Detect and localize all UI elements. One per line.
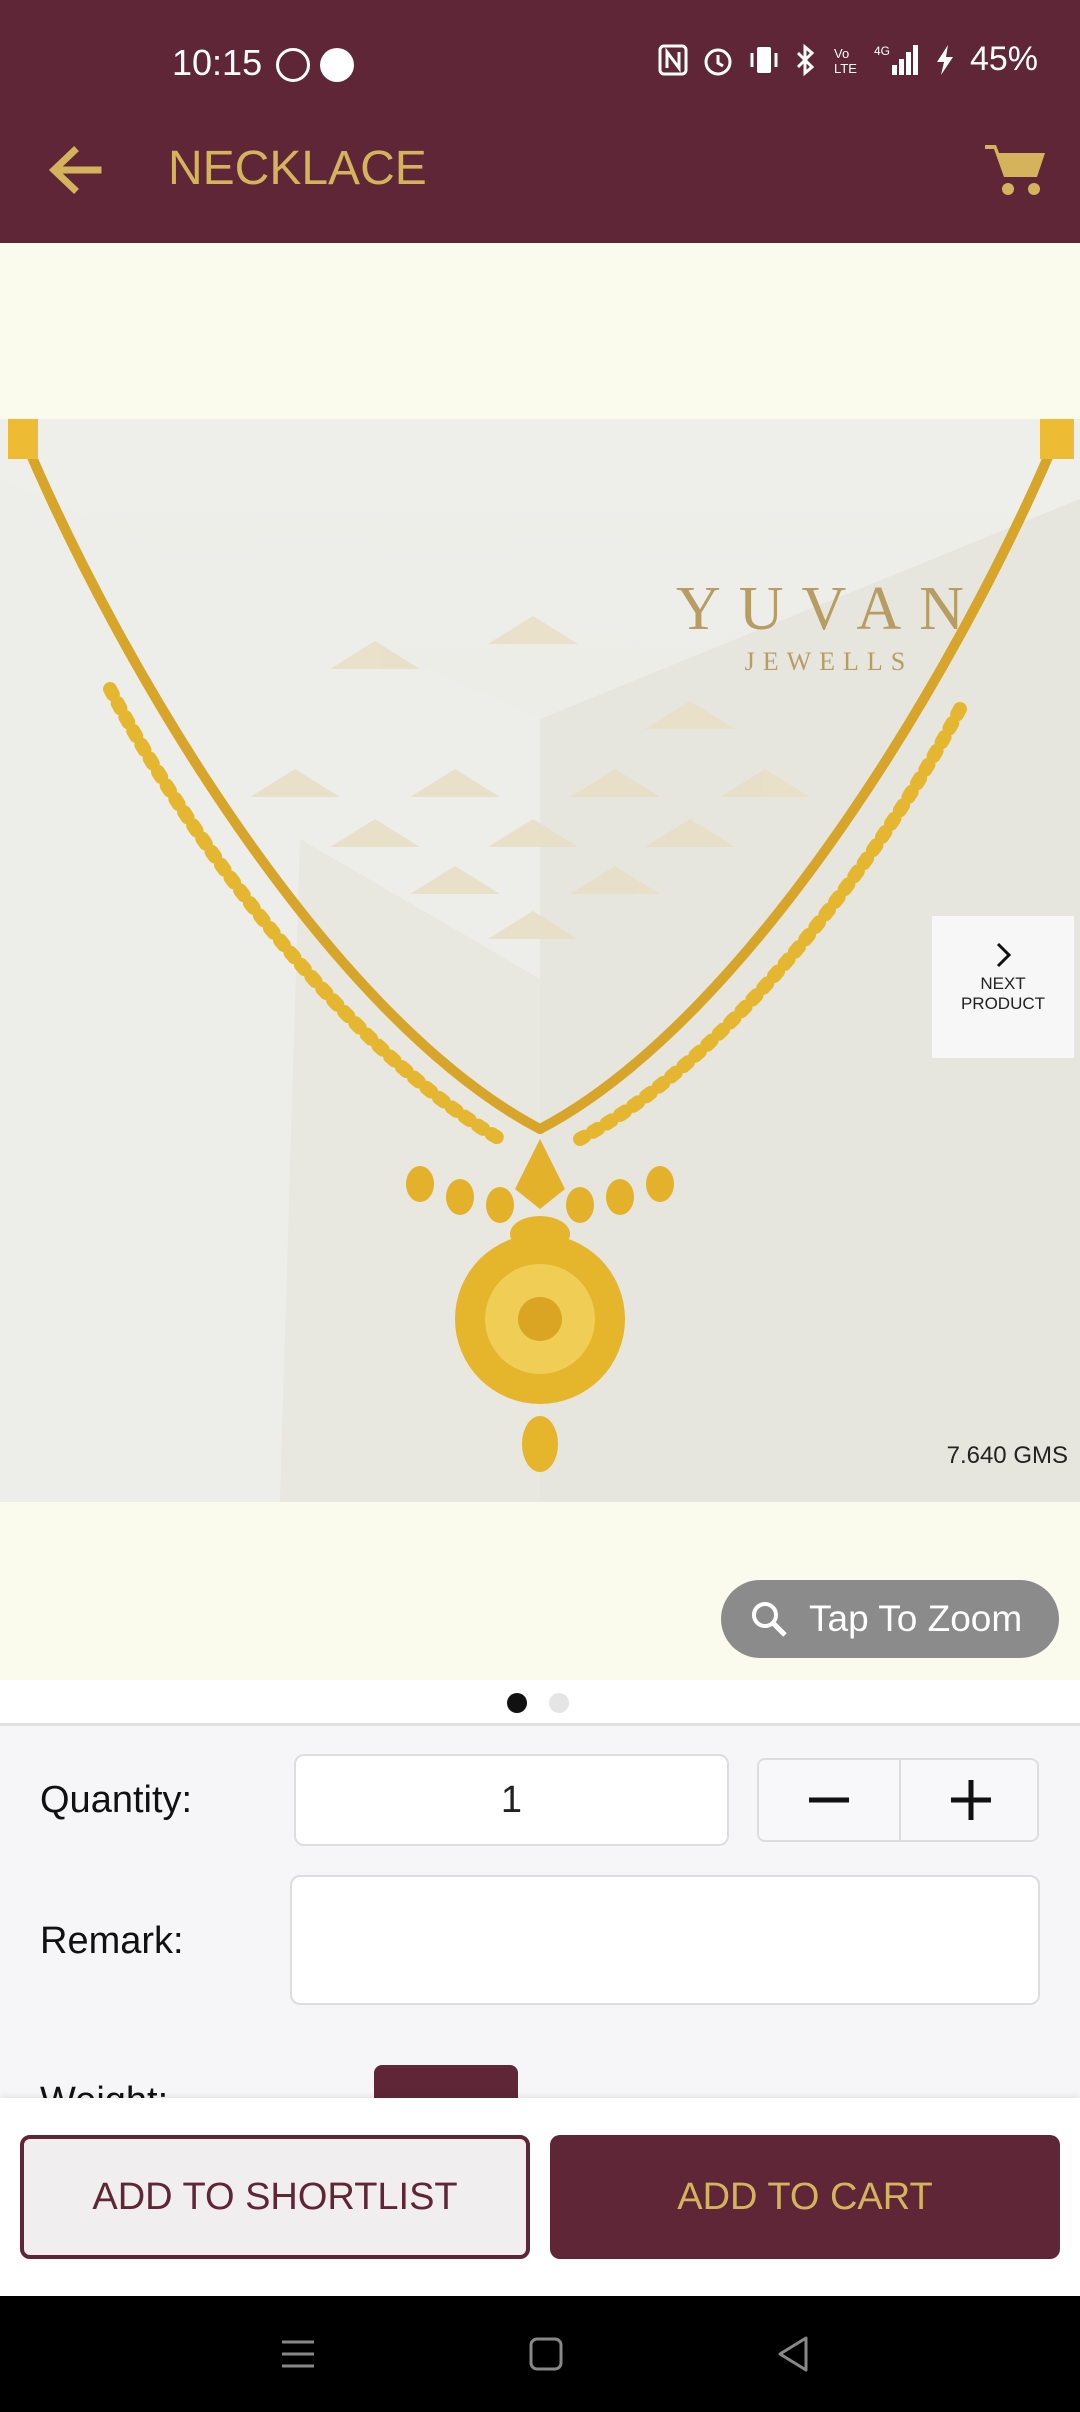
signal-icon: 4G	[874, 44, 918, 75]
back-nav-icon[interactable]	[772, 2332, 816, 2376]
back-arrow-icon[interactable]	[40, 135, 110, 205]
weight-readout: 7.640 GMS	[946, 1442, 1068, 1469]
nfc-icon	[658, 44, 688, 75]
volte-icon: VoLTE	[834, 46, 857, 76]
add-to-shortlist-button[interactable]: ADD TO SHORTLIST	[20, 2135, 530, 2259]
tap-to-zoom-button[interactable]: Tap To Zoom	[721, 1580, 1059, 1658]
zoom-label: Tap To Zoom	[809, 1598, 1023, 1639]
next-label-2: PRODUCT	[960, 994, 1046, 1013]
weight-label: Weight:	[40, 2080, 168, 2100]
status-bar: 10:15 Vo LTE 4G 45%	[0, 30, 1080, 100]
system-nav-bar	[0, 2296, 1080, 2412]
chevron-right-icon	[996, 942, 1012, 968]
svg-text:Vo: Vo	[834, 46, 849, 61]
quantity-label: Quantity:	[40, 1779, 193, 1821]
vibrate-icon	[750, 46, 778, 73]
add-to-cart-button[interactable]: ADD TO CART	[550, 2135, 1060, 2259]
next-label-1: NEXT	[980, 974, 1026, 993]
search-icon	[752, 1602, 787, 1637]
status-time: 10:15	[172, 42, 263, 83]
product-photo[interactable]: YUVAN JEWELLS 7.640 GMS	[0, 419, 1080, 1502]
bottom-action-bar: ADD TO SHORTLIST ADD TO CART	[0, 2098, 1080, 2296]
app-bar: NECKLACE	[0, 125, 1080, 215]
remark-label: Remark:	[40, 1920, 184, 1962]
status-icons: Vo LTE 4G 45%	[658, 40, 1038, 79]
whatsapp-icon	[276, 48, 310, 82]
recents-icon[interactable]	[276, 2332, 320, 2376]
alarm-icon	[704, 48, 732, 75]
remark-input[interactable]	[290, 1875, 1040, 2005]
svg-text:LTE: LTE	[834, 61, 857, 76]
minus-button[interactable]	[759, 1760, 899, 1840]
page-title: NECKLACE	[168, 142, 427, 195]
weight-option-button[interactable]	[374, 2065, 518, 2100]
bluetooth-icon	[796, 43, 815, 76]
page-indicator	[0, 1680, 1080, 1726]
brand-watermark: YUVAN JEWELLS	[676, 574, 982, 677]
next-product-button[interactable]: NEXT PRODUCT	[932, 916, 1074, 1058]
page-dot-1[interactable]	[507, 1693, 527, 1713]
quantity-input[interactable]: 1	[294, 1754, 729, 1846]
brand-sub: JEWELLS	[744, 647, 914, 676]
plus-button[interactable]	[901, 1760, 1041, 1840]
cart-icon[interactable]	[980, 135, 1050, 205]
svg-text:4G: 4G	[874, 44, 890, 58]
charging-icon	[936, 44, 953, 75]
quantity-stepper	[757, 1758, 1039, 1842]
product-gallery[interactable]: YUVAN JEWELLS 7.640 GMS NEXT PRODUCT Tap…	[0, 243, 1080, 1680]
page-dot-2[interactable]	[549, 1693, 569, 1713]
brand-name: YUVAN	[676, 575, 982, 643]
message-icon	[320, 48, 354, 82]
top-bar: 10:15 Vo LTE 4G 45% NECKLACE	[0, 0, 1080, 243]
home-icon[interactable]	[524, 2332, 568, 2376]
battery-percent: 45%	[969, 40, 1038, 78]
